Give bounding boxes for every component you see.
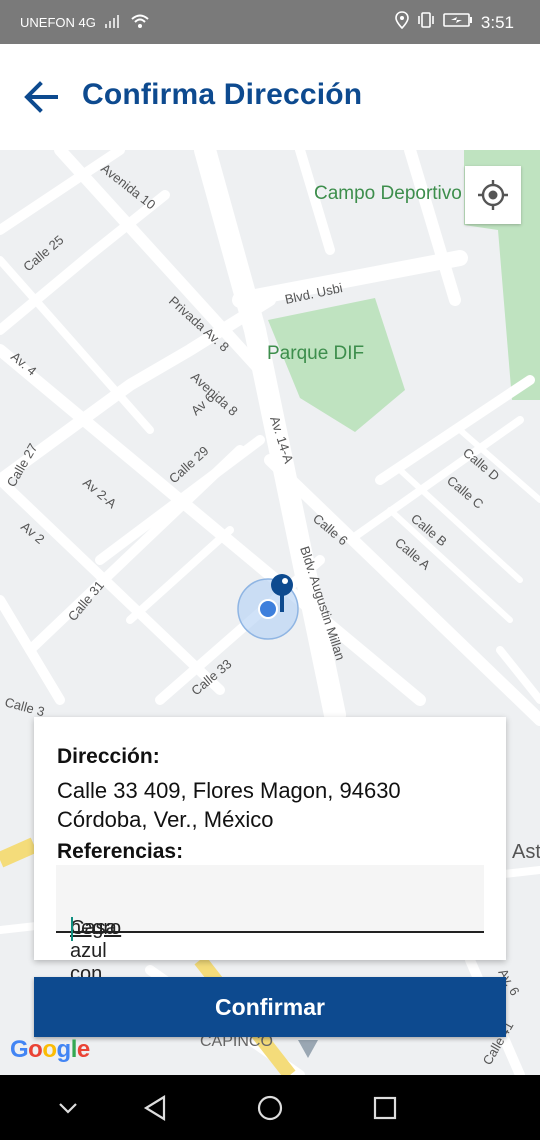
label-calle-c: Calle C (444, 473, 486, 512)
label-calle-25: Calle 25 (20, 232, 66, 274)
label-calle-27: Calle 27 (4, 441, 41, 490)
label-parque-dif: Parque DIF (267, 343, 364, 364)
signal-icon (104, 14, 122, 31)
label-campo-deportivo: Campo Deportivo (314, 183, 462, 204)
google-letter-1: G (10, 1036, 29, 1063)
address-text: Calle 33 409, Flores Magon, 94630 Córdob… (57, 776, 401, 834)
status-left: UNEFON 4G (20, 13, 150, 32)
my-location-button[interactable] (465, 166, 521, 224)
google-letter-6: e (76, 1036, 90, 1063)
referencias-input[interactable]: Casa azul con negro (56, 865, 484, 985)
poi-marker-icon (298, 1040, 318, 1058)
address-card: Dirección: Calle 33 409, Flores Magon, 9… (34, 717, 506, 985)
status-right: 3:51 (395, 11, 514, 34)
nav-home-circle-icon[interactable] (255, 1093, 285, 1123)
battery-icon (443, 12, 473, 33)
crosshair-icon (478, 180, 508, 210)
page-title: Confirma Dirección (82, 78, 363, 111)
my-location-dot (258, 599, 278, 619)
label-av-2a: Av 2-A (80, 475, 120, 512)
address-line-1: Calle 33 409, Flores Magon, 94630 (57, 778, 401, 803)
location-status-icon (395, 11, 409, 34)
app-bar: Confirma Dirección (0, 44, 540, 150)
label-ast: Ast (512, 841, 540, 863)
carrier-text: UNEFON 4G (20, 15, 96, 30)
confirm-button[interactable]: Confirmar (34, 977, 506, 1037)
referencias-value-last-word: negro (70, 917, 122, 939)
google-letter-3: o (42, 1036, 57, 1063)
nav-recents-square-icon[interactable] (370, 1093, 400, 1123)
system-nav-bar (0, 1075, 540, 1140)
google-letter-4: g (56, 1036, 72, 1063)
referencias-label: Referencias: (57, 840, 184, 863)
hide-nav-chevron-down-icon[interactable] (53, 1093, 83, 1123)
vibrate-icon (417, 11, 435, 34)
google-letter-2: o (28, 1036, 43, 1063)
back-arrow-icon[interactable] (22, 80, 60, 114)
park-parque-dif (268, 298, 405, 432)
status-bar: UNEFON 4G 3:51 (0, 0, 540, 44)
clock-text: 3:51 (480, 12, 514, 32)
label-calle-3: Calle 3 (3, 694, 46, 719)
text-cursor (71, 917, 73, 941)
wifi-icon (130, 13, 150, 32)
highway-segment (0, 837, 38, 868)
google-logo: Google (10, 1036, 90, 1064)
address-line-2: Córdoba, Ver., México (57, 807, 274, 832)
direccion-label: Dirección: (57, 745, 160, 768)
label-calle-31: Calle 31 (65, 578, 107, 624)
nav-back-triangle-icon[interactable] (140, 1093, 170, 1123)
